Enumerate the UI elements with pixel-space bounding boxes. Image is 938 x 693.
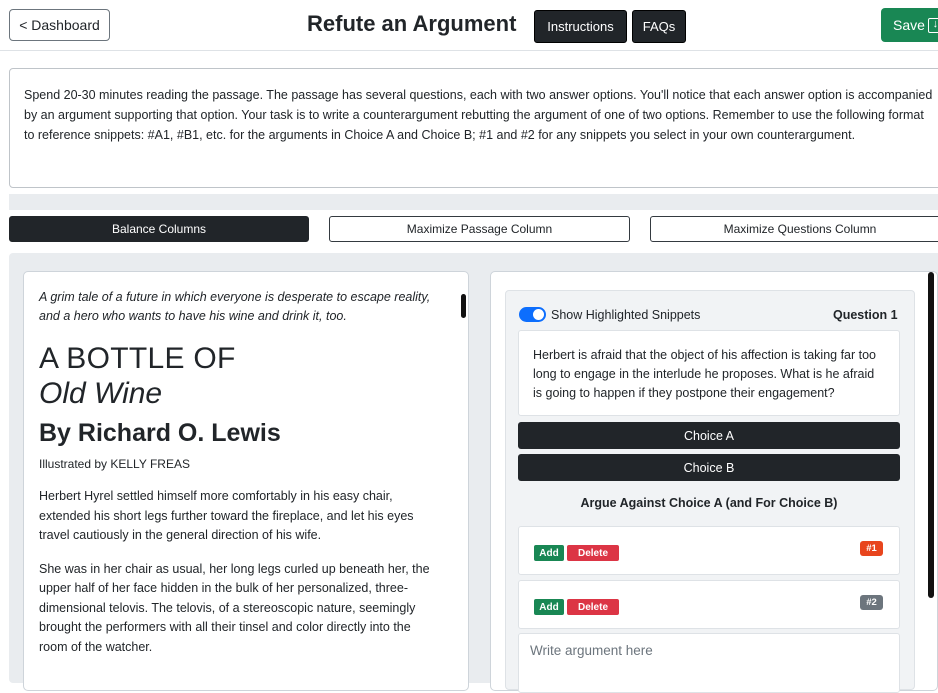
add-snippet-button[interactable]: Add — [534, 599, 564, 615]
argue-heading: Argue Against Choice A (and For Choice B… — [580, 496, 838, 510]
add-snippet-button[interactable]: Add — [534, 545, 564, 561]
snippet-badge: #1 — [860, 541, 883, 556]
snippet-row: Add Delete #2 — [518, 580, 900, 629]
illustrator-credit: Illustrated by KELLY FREAS — [39, 457, 190, 471]
instructions-button[interactable]: Instructions — [534, 10, 627, 43]
snippet-badge: #2 — [860, 595, 883, 610]
save-label: Save — [893, 17, 925, 33]
argument-input[interactable] — [518, 633, 900, 693]
show-snippets-toggle[interactable] — [519, 307, 546, 322]
story-author: By Richard O. Lewis — [39, 419, 281, 447]
balance-columns-button[interactable]: Balance Columns — [9, 216, 309, 242]
choice-a-button[interactable]: Choice A — [518, 422, 900, 449]
questions-scrollbar[interactable] — [928, 272, 934, 598]
instructions-text: Spend 20-30 minutes reading the passage.… — [24, 88, 933, 142]
maximize-passage-button[interactable]: Maximize Passage Column — [329, 216, 630, 242]
download-icon: ↓ — [927, 17, 938, 33]
passage-content: A grim tale of a future in which everyon… — [39, 288, 439, 657]
passage-tagline: A grim tale of a future in which everyon… — [39, 290, 431, 323]
header-divider — [0, 50, 938, 51]
save-button[interactable]: Save ↓ — [881, 8, 938, 42]
toggle-knob — [533, 309, 544, 320]
separator-bar — [9, 194, 938, 210]
maximize-questions-button[interactable]: Maximize Questions Column — [650, 216, 938, 242]
passage-panel: A grim tale of a future in which everyon… — [23, 271, 469, 691]
page-title: Refute an Argument — [307, 11, 517, 36]
question-number: Question 1 — [833, 308, 898, 322]
snippet-row: Add Delete #1 — [518, 526, 900, 575]
story-title-italic: Old Wine — [39, 377, 163, 410]
passage-paragraph: Herbert Hyrel settled himself more comfo… — [39, 489, 414, 542]
delete-snippet-button[interactable]: Delete — [567, 545, 619, 561]
story-title: A BOTTLE OF — [39, 342, 236, 375]
faqs-button[interactable]: FAQs — [632, 10, 686, 43]
passage-paragraph: She was in her chair as usual, her long … — [39, 561, 430, 654]
delete-snippet-button[interactable]: Delete — [567, 599, 619, 615]
choice-b-button[interactable]: Choice B — [518, 454, 900, 481]
passage-scrollbar[interactable] — [461, 294, 466, 318]
show-snippets-label: Show Highlighted Snippets — [551, 308, 701, 322]
instructions-panel: Spend 20-30 minutes reading the passage.… — [9, 68, 938, 188]
question-text: Herbert is afraid that the object of his… — [518, 330, 900, 416]
dashboard-button[interactable]: < Dashboard — [9, 9, 110, 41]
